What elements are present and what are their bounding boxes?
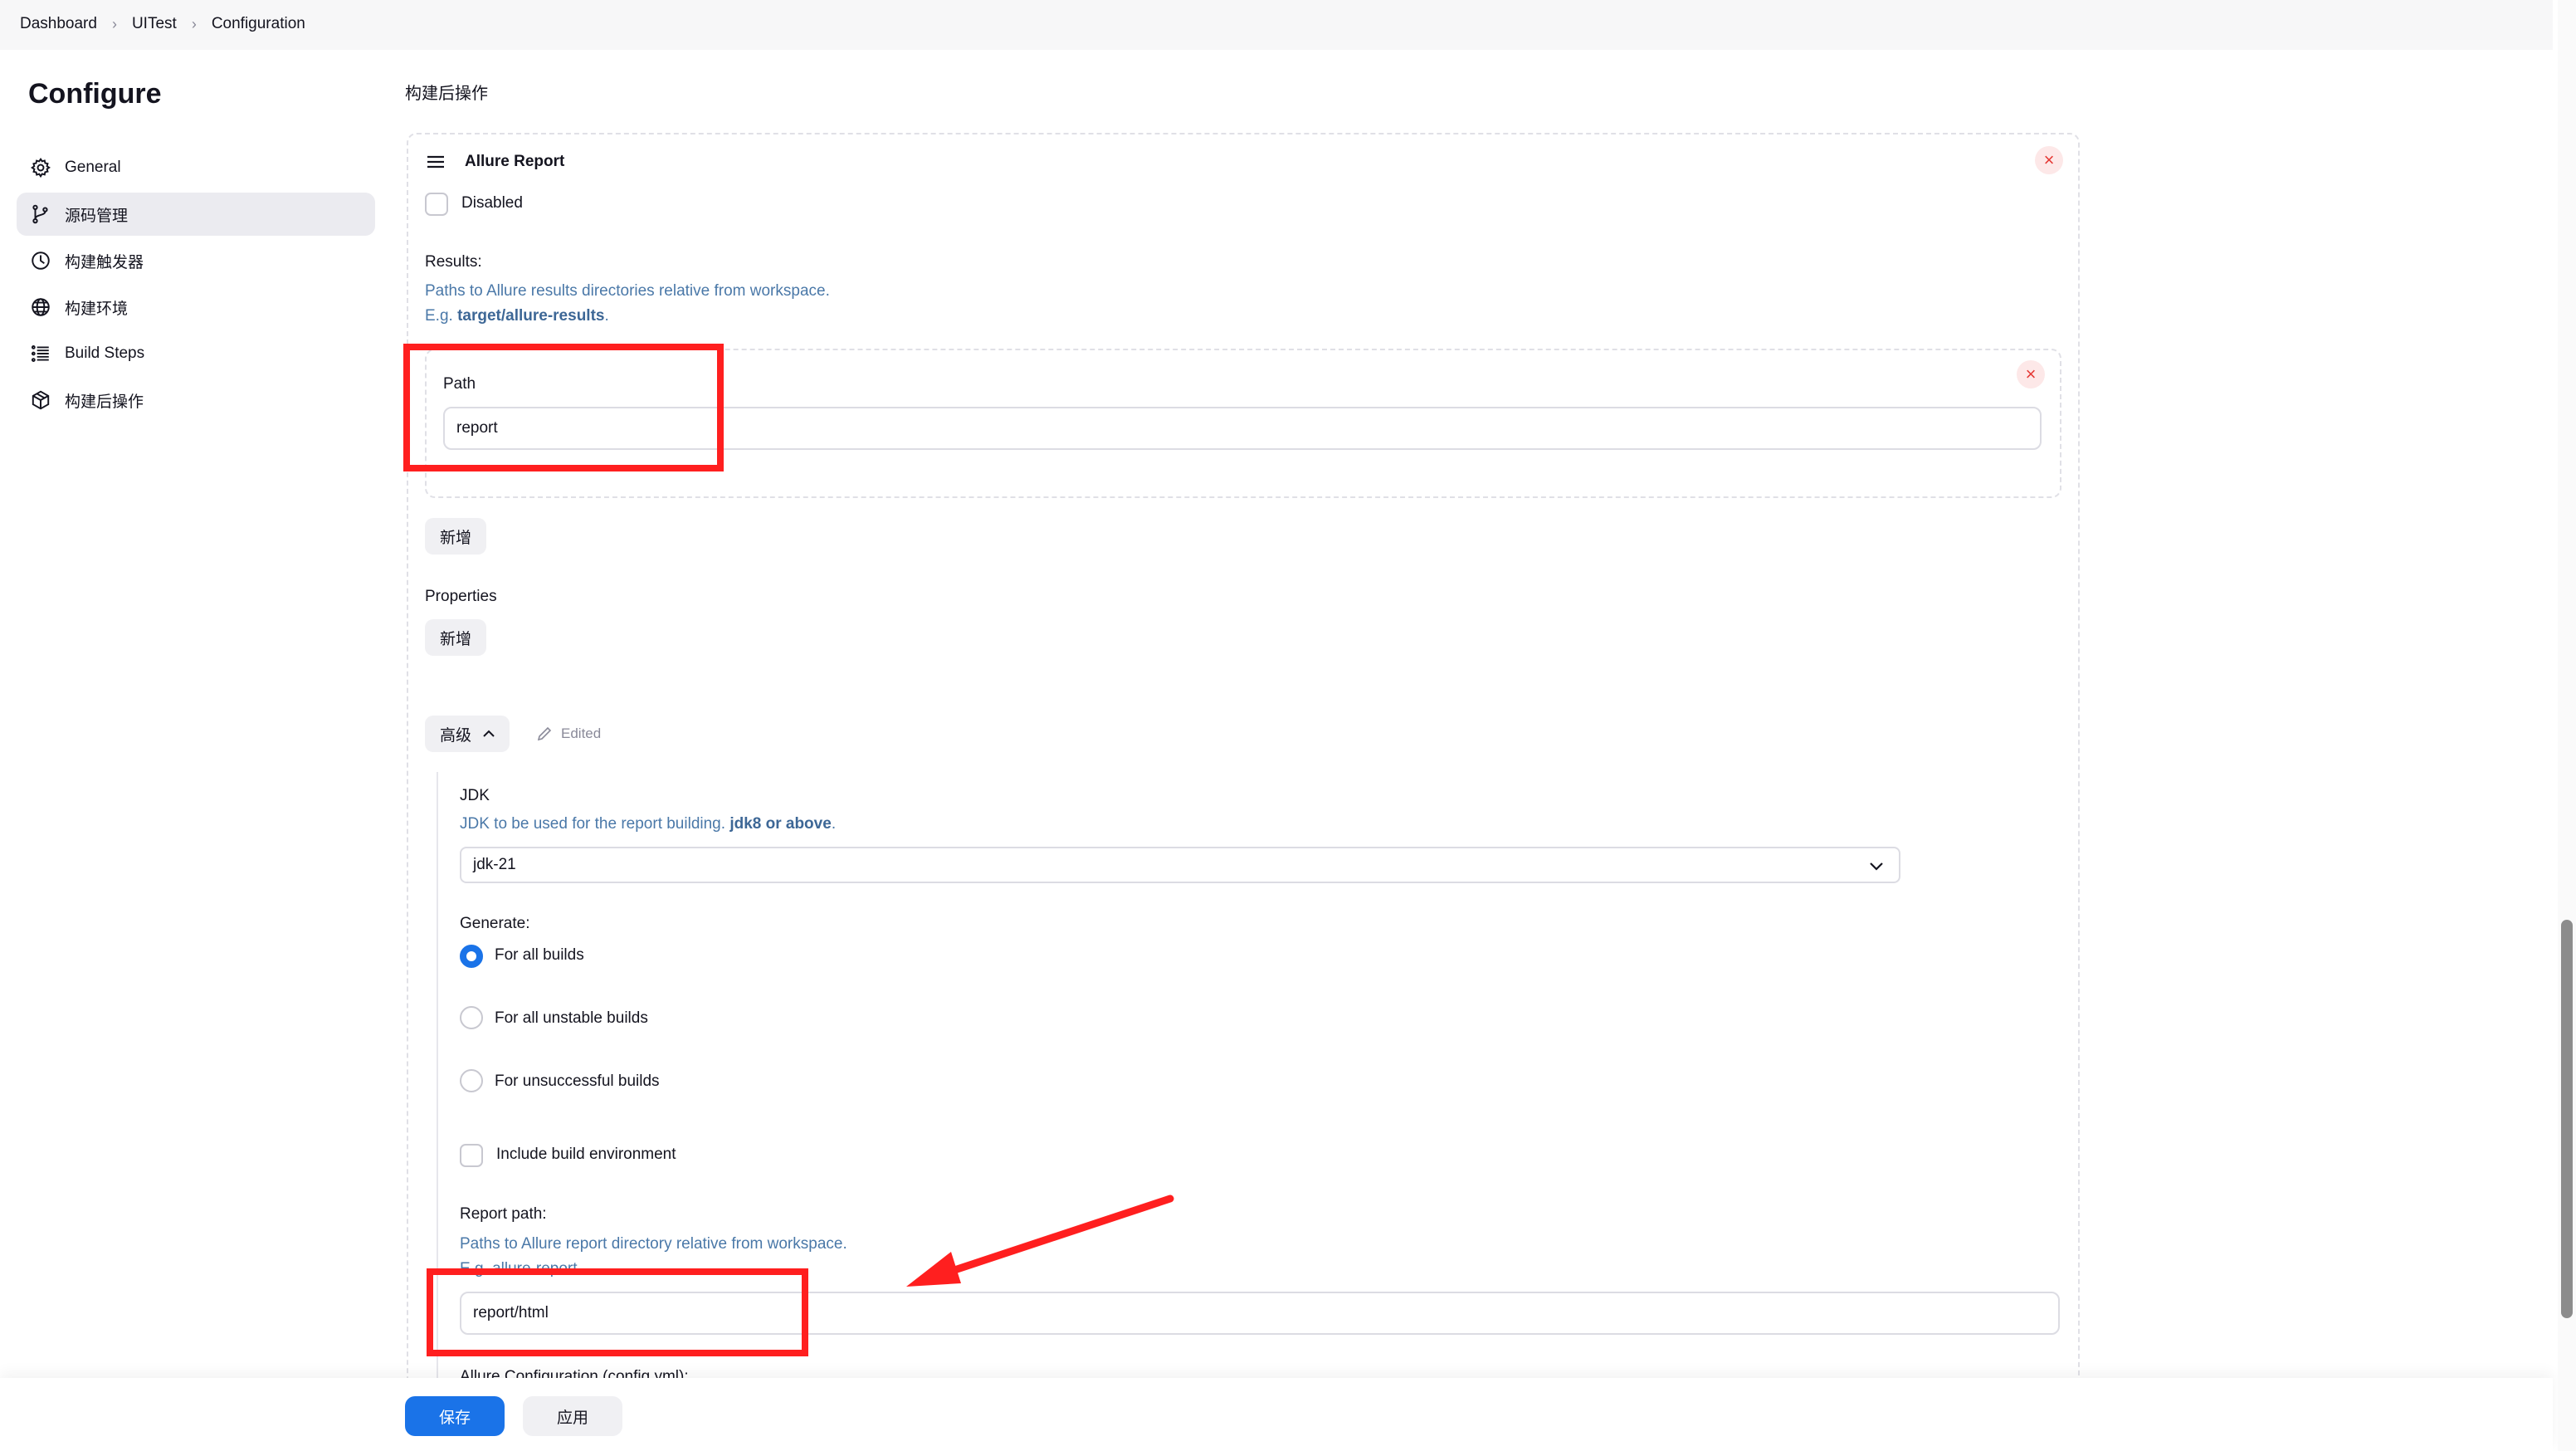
chevron-right-icon: › xyxy=(191,15,197,32)
sidebar-item-label: 构建后操作 xyxy=(65,393,144,411)
sidebar-item-label: 构建环境 xyxy=(65,300,129,318)
annotation-highlight-path xyxy=(403,344,724,471)
jdk-help-text: JDK to be used for the report building. xyxy=(460,815,730,833)
annotation-highlight-report-path xyxy=(427,1268,808,1356)
add-path-button[interactable]: 新增 xyxy=(425,518,487,555)
breadcrumb-dashboard[interactable]: Dashboard xyxy=(20,15,97,33)
breadcrumb-job[interactable]: UITest xyxy=(132,15,177,33)
advanced-toggle-button[interactable]: 高级 xyxy=(425,716,510,752)
sidebar-item-scm[interactable]: 源码管理 xyxy=(17,193,375,236)
results-example-value: target/allure-results xyxy=(457,307,605,325)
disabled-checkbox[interactable] xyxy=(425,193,448,216)
package-icon xyxy=(32,390,50,410)
radio-label-all-builds: For all builds xyxy=(495,946,584,964)
globe-icon xyxy=(32,298,50,316)
radio-label-unsuccessful-builds: For unsuccessful builds xyxy=(495,1072,660,1090)
jdk-label: JDK xyxy=(460,787,490,804)
branch-icon xyxy=(32,204,48,224)
breadcrumb-configuration[interactable]: Configuration xyxy=(212,15,305,33)
jdk-help-suffix: . xyxy=(831,815,837,833)
apply-button[interactable]: 应用 xyxy=(523,1396,622,1436)
drag-handle-icon[interactable] xyxy=(425,153,446,171)
add-property-button[interactable]: 新增 xyxy=(425,619,487,656)
sidebar-item-environment[interactable]: 构建环境 xyxy=(17,286,375,329)
generate-label: Generate: xyxy=(460,915,530,932)
radio-for-all-builds[interactable] xyxy=(460,945,483,968)
sidebar-item-general[interactable]: General xyxy=(17,146,375,189)
scrollbar-thumb[interactable] xyxy=(2561,920,2573,1318)
chevron-right-icon: › xyxy=(111,15,117,32)
save-button[interactable]: 保存 xyxy=(405,1396,505,1436)
jdk-help-bold: jdk8 or above xyxy=(729,815,832,833)
jdk-help: JDK to be used for the report building. … xyxy=(460,815,836,833)
annotation-arrow-icon xyxy=(906,1195,1174,1287)
sidebar-item-label: Build Steps xyxy=(65,344,145,362)
sidebar-item-label: 构建触发器 xyxy=(65,253,144,271)
radio-for-unstable-builds[interactable] xyxy=(460,1006,483,1029)
delete-step-button[interactable]: × xyxy=(2035,146,2063,174)
clock-icon xyxy=(32,252,50,270)
delete-path-button[interactable]: × xyxy=(2017,360,2045,388)
section-title: 构建后操作 xyxy=(405,85,488,103)
top-bar: Dashboard › UITest › Configuration xyxy=(0,0,2553,50)
radio-label-unstable-builds: For all unstable builds xyxy=(495,1009,648,1027)
page-title: Configure xyxy=(28,78,162,110)
edited-label: Edited xyxy=(561,726,602,741)
include-env-checkbox[interactable] xyxy=(460,1144,483,1167)
properties-label: Properties xyxy=(425,588,497,605)
advanced-label: 高级 xyxy=(440,726,472,745)
breadcrumb: Dashboard › UITest › Configuration xyxy=(20,15,305,33)
jdk-select[interactable]: jdk-21 xyxy=(460,847,1900,883)
report-path-help: Paths to Allure report directory relativ… xyxy=(460,1235,847,1253)
results-example-suffix: . xyxy=(604,307,609,325)
results-example-prefix: E.g. xyxy=(425,307,458,325)
allure-report-panel xyxy=(407,133,2080,1395)
sidebar-item-post-build[interactable]: 构建后操作 xyxy=(17,379,375,422)
report-path-label: Report path: xyxy=(460,1205,547,1223)
results-help: Paths to Allure results directories rela… xyxy=(425,282,830,300)
jdk-select-value: jdk-21 xyxy=(473,856,516,873)
disabled-label: Disabled xyxy=(461,194,523,212)
bottom-action-bar xyxy=(0,1378,2553,1451)
sidebar-item-label: General xyxy=(65,159,121,176)
radio-for-unsuccessful-builds[interactable] xyxy=(460,1069,483,1092)
allure-report-title: Allure Report xyxy=(465,153,565,170)
list-icon xyxy=(31,345,49,362)
close-icon: × xyxy=(2025,364,2037,384)
results-example: E.g. target/allure-results. xyxy=(425,307,609,325)
chevron-up-icon xyxy=(483,730,495,737)
chevron-down-icon xyxy=(1870,862,1883,871)
gear-icon xyxy=(30,157,51,178)
sidebar-item-label: 源码管理 xyxy=(65,207,129,225)
sidebar-item-build-steps[interactable]: Build Steps xyxy=(17,332,375,375)
sidebar-item-triggers[interactable]: 构建触发器 xyxy=(17,239,375,282)
close-icon: × xyxy=(2043,149,2055,170)
include-env-label: Include build environment xyxy=(496,1146,676,1163)
pencil-icon xyxy=(537,726,552,741)
results-label: Results: xyxy=(425,253,482,271)
